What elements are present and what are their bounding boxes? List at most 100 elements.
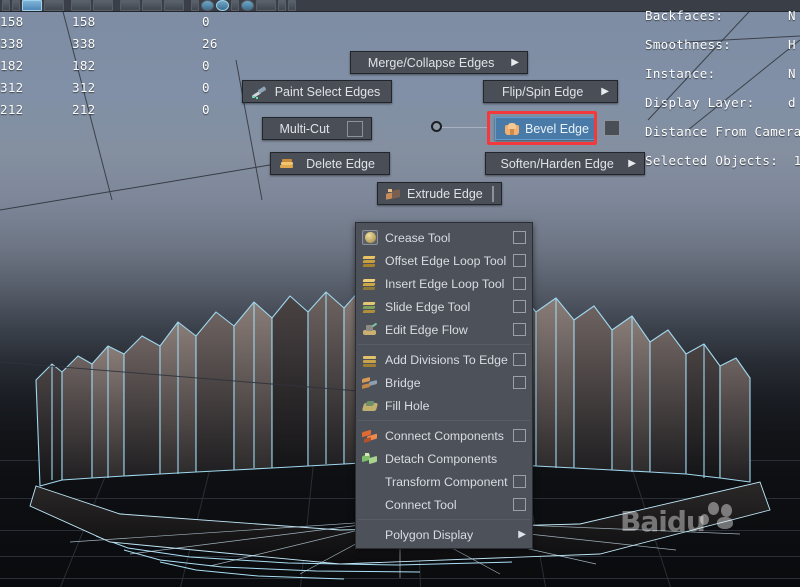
snap-view-plane-icon[interactable] xyxy=(71,0,91,11)
marking-menu-drag-trail xyxy=(442,127,490,128)
hud-detail-display-layer: Display Layer: xyxy=(645,95,755,110)
bevel-edge-option-box[interactable] xyxy=(604,120,620,136)
insert-edge-loop-tool-option-box[interactable] xyxy=(513,277,526,290)
slide-edge-tool-option-box[interactable] xyxy=(513,300,526,313)
render-settings-icon[interactable] xyxy=(191,0,199,11)
button-label: Merge/Collapse Edges xyxy=(367,55,495,70)
hud-stats-row: 182 182 0 xyxy=(0,58,262,80)
menu-item-label: Connect Components xyxy=(385,428,504,443)
select-tool-icon[interactable] xyxy=(2,0,10,11)
menu-item-connect-tool[interactable]: Connect Tool xyxy=(356,493,532,516)
chevron-right-icon: ▶ xyxy=(518,529,526,540)
hud-stats-row: 158 158 0 xyxy=(0,14,262,36)
edge-tools-dropdown-menu[interactable]: Crease Tool Offset Edge Loop Tool Insert… xyxy=(355,222,533,549)
hud-value-backfaces: N xyxy=(788,8,796,23)
add-divisions-to-edge-option-box[interactable] xyxy=(513,353,526,366)
transform-component-option-box[interactable] xyxy=(513,475,526,488)
hud-value-smoothness: H xyxy=(788,37,796,52)
hud-detail-selected-objects: Selected Objects: 1 xyxy=(645,153,800,168)
menu-item-label: Offset Edge Loop Tool xyxy=(385,253,507,268)
render-globals-icon[interactable] xyxy=(241,0,254,11)
edit-edge-flow-option-box[interactable] xyxy=(513,323,526,336)
hud-detail-distance-from-camera: Distance From Camera: xyxy=(645,124,800,139)
extrude-icon xyxy=(386,186,402,202)
light-icon[interactable] xyxy=(216,0,229,11)
edge-flow-icon xyxy=(362,322,379,338)
crease-tool-option-box[interactable] xyxy=(513,231,526,244)
hud-cell: 158 xyxy=(72,14,96,29)
menu-item-crease-tool[interactable]: Crease Tool xyxy=(356,226,532,249)
marking-menu-bevel-edge[interactable]: Bevel Edge xyxy=(495,117,595,140)
marking-menu-delete-edge[interactable]: Delete Edge xyxy=(270,152,390,175)
bridge-option-box[interactable] xyxy=(513,376,526,389)
snap-point-icon[interactable] xyxy=(44,0,64,11)
chevron-right-icon: ▶ xyxy=(601,86,609,97)
button-label: Extrude Edge xyxy=(407,186,483,201)
snap-curve-icon[interactable] xyxy=(22,0,42,11)
marking-menu-paint-select-edges[interactable]: Paint Select Edges xyxy=(242,80,392,103)
offset-edge-loop-tool-option-box[interactable] xyxy=(513,254,526,267)
toolbar-extra-icon[interactable] xyxy=(278,0,286,11)
hud-stats-row: 312 312 0 xyxy=(0,80,262,102)
baidu-paw-icon xyxy=(690,500,740,536)
menu-item-bridge[interactable]: Bridge xyxy=(356,371,532,394)
menu-item-label: Connect Tool xyxy=(385,497,457,512)
hud-cell: 182 xyxy=(0,58,24,73)
menu-item-connect-components[interactable]: Connect Components xyxy=(356,424,532,447)
fill-hole-icon xyxy=(361,398,379,414)
hud-stats-row: 338 338 26 xyxy=(0,36,262,58)
render-view-icon[interactable] xyxy=(120,0,140,11)
toolbar-extra-icon[interactable] xyxy=(256,0,276,11)
connect-tool-option-box[interactable] xyxy=(513,498,526,511)
toolbar-extra-icon[interactable] xyxy=(288,0,296,11)
marking-menu-merge-collapse-edges[interactable]: Merge/Collapse Edges ▶ xyxy=(350,51,528,74)
hud-values-column: N H N d xyxy=(788,8,796,124)
menu-item-label: Add Divisions To Edge xyxy=(385,352,508,367)
marking-menu-multi-cut[interactable]: Multi-Cut xyxy=(262,117,372,140)
hud-cell: 338 xyxy=(72,36,96,51)
hud-detail-backfaces: Backfaces: xyxy=(645,8,724,23)
menu-item-transform-component[interactable]: Transform Component xyxy=(356,470,532,493)
marking-menu-extrude-edge[interactable]: Extrude Edge xyxy=(377,182,502,205)
menu-item-fill-hole[interactable]: Fill Hole xyxy=(356,394,532,417)
marking-menu-flip-spin-edge[interactable]: Flip/Spin Edge ▶ xyxy=(483,80,618,103)
bridge-icon xyxy=(362,375,379,391)
menu-item-edit-edge-flow[interactable]: Edit Edge Flow xyxy=(356,318,532,341)
crease-icon xyxy=(362,229,379,246)
menu-item-polygon-display[interactable]: Polygon Display ▶ xyxy=(356,523,532,546)
menu-item-label: Crease Tool xyxy=(385,230,451,245)
insert-loop-icon xyxy=(362,276,379,292)
extrude-edge-option-box[interactable] xyxy=(491,185,494,202)
hypershade-icon[interactable] xyxy=(201,0,214,11)
menu-item-label: Transform Component xyxy=(385,474,508,489)
menu-item-label: Polygon Display xyxy=(385,527,474,542)
marking-menu-center-handle[interactable] xyxy=(431,121,442,132)
button-label: Bevel Edge xyxy=(525,121,589,136)
render-icon[interactable] xyxy=(142,0,162,11)
bevel-icon xyxy=(504,121,520,137)
hud-cell: 158 xyxy=(0,14,24,29)
hud-cell: 182 xyxy=(72,58,96,73)
menu-item-insert-edge-loop-tool[interactable]: Insert Edge Loop Tool xyxy=(356,272,532,295)
history-icon[interactable] xyxy=(231,0,239,11)
grid-snap-icon[interactable] xyxy=(12,0,20,11)
menu-item-slide-edge-tool[interactable]: Slide Edge Tool xyxy=(356,295,532,318)
hud-cell: 0 xyxy=(202,102,210,117)
add-divisions-icon xyxy=(362,352,379,368)
paint-brush-icon xyxy=(251,84,267,100)
menu-item-detach-components[interactable]: Detach Components xyxy=(356,447,532,470)
hud-stats-row: 212 212 0 xyxy=(0,102,262,124)
marking-menu-soften-harden-edge[interactable]: Soften/Harden Edge ▶ xyxy=(485,152,645,175)
ipr-render-icon[interactable] xyxy=(164,0,184,11)
multi-cut-option-box[interactable] xyxy=(347,120,363,137)
make-live-icon[interactable] xyxy=(93,0,113,11)
heads-up-display-object-details: Backfaces: Smoothness: Instance: Display… xyxy=(645,8,800,182)
menu-item-label: Bridge xyxy=(385,375,421,390)
menu-item-add-divisions-to-edge[interactable]: Add Divisions To Edge xyxy=(356,348,532,371)
hud-value-instance: N xyxy=(788,66,796,81)
menu-separator xyxy=(358,420,530,421)
menu-item-offset-edge-loop-tool[interactable]: Offset Edge Loop Tool xyxy=(356,249,532,272)
connect-components-option-box[interactable] xyxy=(513,429,526,442)
hud-cell: 0 xyxy=(202,14,210,29)
chevron-right-icon: ▶ xyxy=(628,158,636,169)
